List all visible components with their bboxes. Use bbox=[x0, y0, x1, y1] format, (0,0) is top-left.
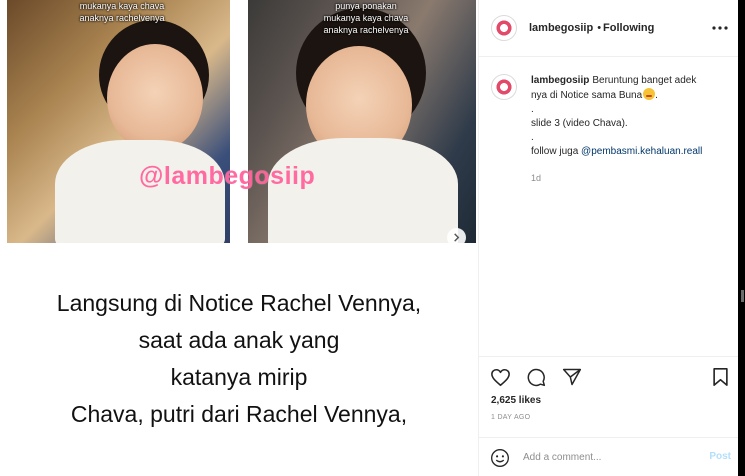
header-username[interactable]: lambegosiip bbox=[529, 22, 593, 34]
chevron-right-icon bbox=[454, 233, 460, 242]
caption-line: anaknya rachelvenya bbox=[323, 25, 409, 35]
scrollbar-thumb[interactable] bbox=[741, 290, 744, 302]
photo-right-caption: punya ponakan mukanya kaya chava anaknya… bbox=[296, 0, 436, 36]
caption-dot: . bbox=[531, 104, 534, 115]
caption-body-2: nya di Notice sama Buna bbox=[531, 90, 643, 101]
photo-left-caption: mukanya kaya chava anaknya rachelvenya bbox=[52, 0, 192, 24]
headline-line: saat ada anak yang bbox=[138, 327, 340, 353]
avatar[interactable] bbox=[491, 15, 517, 41]
post-comment-button[interactable]: Post bbox=[709, 451, 731, 462]
more-icon bbox=[712, 26, 728, 30]
post-sidebar: lambegosiip • Following lambegosiip Berun… bbox=[478, 0, 739, 476]
headline-line: Chava, putri dari Rachel Vennya, bbox=[70, 401, 408, 427]
share-icon bbox=[562, 368, 582, 386]
caption-line: mukanya kaya chava bbox=[323, 13, 409, 23]
comment-button[interactable] bbox=[525, 366, 547, 388]
caption-body-1: Beruntung banget adek bbox=[592, 75, 697, 86]
post-media: mukanya kaya chava anaknya rachelvenya p… bbox=[0, 0, 478, 476]
avatar-image bbox=[495, 78, 513, 96]
carousel-next-button[interactable] bbox=[447, 228, 466, 247]
caption-slide: slide 3 (video Chava). bbox=[531, 118, 628, 129]
headline-line: Langsung di Notice Rachel Vennya, bbox=[56, 290, 422, 316]
post-caption: lambegosiip Beruntung banget adek nya di … bbox=[491, 74, 731, 185]
post-age: 1 DAY AGO bbox=[491, 414, 531, 421]
caption-second-line: nya di Notice sama Buna. bbox=[531, 88, 658, 101]
avatar-image bbox=[495, 19, 513, 37]
emoji-icon bbox=[491, 448, 509, 467]
caption-follow-prefix: follow juga bbox=[531, 146, 579, 157]
comment-form: Post bbox=[479, 437, 739, 476]
post-actions: 2,625 likes 1 DAY AGO Post bbox=[479, 356, 739, 476]
mention-link[interactable]: @pembasmi.kehaluan.reall bbox=[581, 146, 702, 157]
like-button[interactable] bbox=[489, 366, 511, 388]
emoji-button[interactable] bbox=[489, 447, 511, 469]
watermark: @lambegosiip bbox=[139, 162, 316, 190]
photo-left: mukanya kaya chava anaknya rachelvenya bbox=[7, 0, 230, 243]
caption-first-line: lambegosiip Beruntung banget adek bbox=[531, 74, 731, 88]
bookmark-icon bbox=[712, 368, 728, 386]
scrollbar-track[interactable] bbox=[738, 0, 745, 476]
caption-text: lambegosiip Beruntung banget adek nya di … bbox=[531, 74, 731, 185]
following-button[interactable]: Following bbox=[603, 22, 654, 34]
child-face bbox=[107, 44, 203, 152]
headline-line: katanya mirip bbox=[170, 364, 308, 390]
action-icons bbox=[489, 366, 583, 388]
caption-time: 1d bbox=[531, 173, 542, 183]
caption-avatar[interactable] bbox=[491, 74, 517, 100]
instagram-post-modal: mukanya kaya chava anaknya rachelvenya p… bbox=[0, 0, 745, 476]
emoji-icon bbox=[643, 88, 656, 100]
more-options-button[interactable] bbox=[711, 20, 729, 36]
caption-follow-line: follow juga @pembasmi.kehaluan.reall bbox=[531, 145, 731, 159]
child-shirt bbox=[55, 140, 225, 243]
caption-line: punya ponakan bbox=[335, 1, 397, 11]
heart-icon bbox=[490, 368, 510, 386]
share-button[interactable] bbox=[561, 366, 583, 388]
post-headline: Langsung di Notice Rachel Vennya, saat a… bbox=[0, 285, 478, 433]
post-header: lambegosiip • Following bbox=[479, 0, 739, 57]
caption-username[interactable]: lambegosiip bbox=[531, 75, 589, 86]
comment-input[interactable] bbox=[523, 452, 693, 463]
caption-line: mukanya kaya chava bbox=[79, 1, 165, 11]
save-button[interactable] bbox=[709, 366, 731, 388]
separator-dot: • bbox=[597, 22, 602, 34]
photo-right: punya ponakan mukanya kaya chava anaknya… bbox=[248, 0, 476, 243]
caption-line: anaknya rachelvenya bbox=[79, 13, 165, 23]
caption-dot: . bbox=[531, 132, 534, 143]
likes-count[interactable]: 2,625 likes bbox=[491, 395, 541, 406]
comment-icon bbox=[527, 368, 546, 387]
